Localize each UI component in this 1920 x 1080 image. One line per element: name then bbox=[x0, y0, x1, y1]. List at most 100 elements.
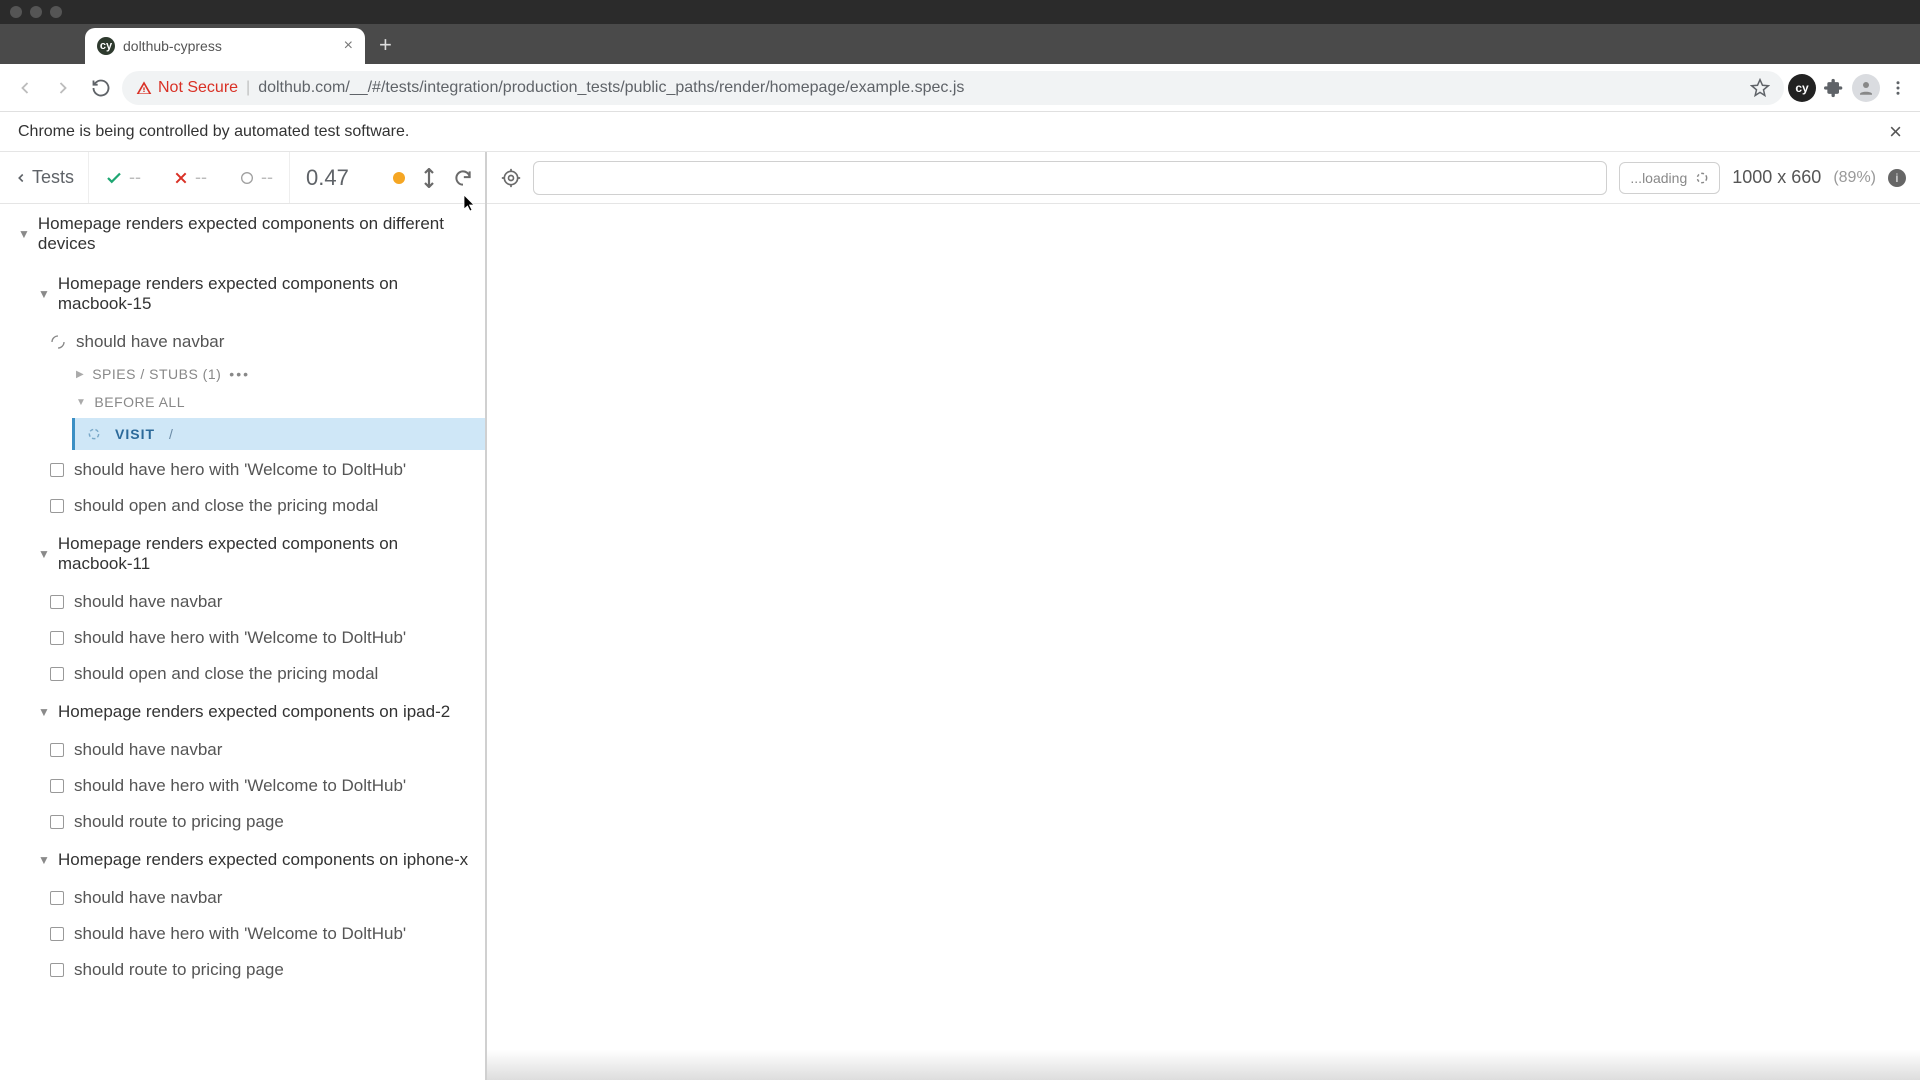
test-row[interactable]: should have navbar bbox=[0, 324, 485, 360]
traffic-close-icon[interactable] bbox=[10, 6, 22, 18]
profile-icon[interactable] bbox=[1852, 74, 1880, 102]
failed-count: -- bbox=[157, 152, 223, 203]
test-title: should have navbar bbox=[74, 888, 222, 908]
test-row[interactable]: should have navbar bbox=[0, 584, 485, 620]
viewport-size: 1000 x 660 bbox=[1732, 167, 1821, 188]
tests-back-button[interactable]: Tests bbox=[0, 152, 89, 203]
pending-box-icon bbox=[50, 891, 64, 905]
test-row[interactable]: should route to pricing page bbox=[0, 804, 485, 840]
url-text: dolthub.com/__/#/tests/integration/produ… bbox=[258, 79, 964, 97]
window-controls bbox=[0, 0, 1920, 24]
bookmark-icon[interactable] bbox=[1750, 78, 1770, 98]
preview-panel: ...loading 1000 x 660 (89%) i bbox=[487, 152, 1920, 1080]
test-row[interactable]: should have hero with 'Welcome to DoltHu… bbox=[0, 620, 485, 656]
cypress-extension-icon[interactable]: cy bbox=[1788, 74, 1816, 102]
command-row[interactable]: VISIT / bbox=[72, 418, 485, 450]
rerun-button[interactable] bbox=[453, 168, 473, 188]
cmd-name: VISIT bbox=[115, 426, 155, 442]
selector-playground-icon[interactable] bbox=[501, 168, 521, 188]
not-secure-label: Not Secure bbox=[158, 79, 238, 97]
suite-group-title: Homepage renders expected components on … bbox=[58, 702, 450, 722]
browser-tabstrip: cy dolthub-cypress × + bbox=[0, 24, 1920, 64]
suite-group[interactable]: ▼ Homepage renders expected components o… bbox=[0, 840, 485, 880]
auto-scroll-icon[interactable] bbox=[423, 168, 435, 188]
cmd-arg: / bbox=[169, 426, 173, 442]
passed-count: -- bbox=[89, 152, 157, 203]
suite-root[interactable]: ▼ Homepage renders expected components o… bbox=[0, 204, 485, 264]
cmd-spinner-icon bbox=[87, 427, 101, 441]
close-icon[interactable]: × bbox=[1889, 119, 1902, 145]
caret-right-icon: ▶ bbox=[76, 369, 84, 380]
address-bar[interactable]: Not Secure | dolthub.com/__/#/tests/inte… bbox=[122, 71, 1784, 105]
caret-down-icon: ▼ bbox=[38, 287, 50, 301]
test-title: should have hero with 'Welcome to DoltHu… bbox=[74, 776, 406, 796]
stats-bar: Tests -- -- -- 0.47 bbox=[0, 152, 485, 204]
pending-box-icon bbox=[50, 779, 64, 793]
loading-label: ...loading bbox=[1630, 170, 1687, 186]
test-row[interactable]: should have hero with 'Welcome to DoltHu… bbox=[0, 916, 485, 952]
traffic-max-icon[interactable] bbox=[50, 6, 62, 18]
pending-box-icon bbox=[50, 963, 64, 977]
reload-button[interactable] bbox=[84, 71, 118, 105]
caret-down-icon: ▼ bbox=[76, 397, 86, 408]
before-all-hook[interactable]: ▼ BEFORE ALL bbox=[0, 388, 485, 416]
test-row[interactable]: should have hero with 'Welcome to DoltHu… bbox=[0, 768, 485, 804]
running-spinner-icon bbox=[50, 334, 66, 350]
test-row[interactable]: should open and close the pricing modal bbox=[0, 656, 485, 692]
tab-title: dolthub-cypress bbox=[123, 38, 336, 54]
loading-indicator: ...loading bbox=[1619, 162, 1720, 194]
automation-banner-text: Chrome is being controlled by automated … bbox=[18, 123, 409, 141]
status-dot-icon bbox=[393, 172, 405, 184]
caret-down-icon: ▼ bbox=[18, 227, 30, 241]
suite-group[interactable]: ▼ Homepage renders expected components o… bbox=[0, 692, 485, 732]
caret-down-icon: ▼ bbox=[38, 853, 50, 867]
traffic-min-icon[interactable] bbox=[30, 6, 42, 18]
browser-toolbar: Not Secure | dolthub.com/__/#/tests/inte… bbox=[0, 64, 1920, 112]
spies-label: SPIES / STUBS (1) bbox=[92, 366, 221, 382]
viewport-scale: (89%) bbox=[1833, 169, 1876, 187]
chrome-menu-icon[interactable] bbox=[1884, 74, 1912, 102]
test-row[interactable]: should open and close the pricing modal bbox=[0, 488, 485, 524]
duration: 0.47 bbox=[289, 152, 365, 203]
test-row[interactable]: should have navbar bbox=[0, 732, 485, 768]
before-all-label: BEFORE ALL bbox=[94, 394, 185, 410]
test-title: should route to pricing page bbox=[74, 812, 284, 832]
suite-group-title: Homepage renders expected components on … bbox=[58, 534, 473, 574]
test-title: should have hero with 'Welcome to DoltHu… bbox=[74, 628, 406, 648]
close-icon[interactable]: × bbox=[344, 37, 353, 55]
forward-button[interactable] bbox=[46, 71, 80, 105]
caret-down-icon: ▼ bbox=[38, 547, 50, 561]
test-title: should open and close the pricing modal bbox=[74, 496, 378, 516]
suite-group[interactable]: ▼ Homepage renders expected components o… bbox=[0, 524, 485, 584]
cypress-runner: Tests -- -- -- 0.47 bbox=[0, 152, 1920, 1080]
reporter-panel: Tests -- -- -- 0.47 bbox=[0, 152, 487, 1080]
caret-down-icon: ▼ bbox=[38, 705, 50, 719]
pending-box-icon bbox=[50, 927, 64, 941]
pending-box-icon bbox=[50, 667, 64, 681]
suite-title: Homepage renders expected components on … bbox=[38, 214, 473, 254]
automation-banner: Chrome is being controlled by automated … bbox=[0, 112, 1920, 152]
test-row[interactable]: should have hero with 'Welcome to DoltHu… bbox=[0, 452, 485, 488]
test-row[interactable]: should route to pricing page bbox=[0, 952, 485, 988]
preview-toolbar: ...loading 1000 x 660 (89%) i bbox=[487, 152, 1920, 204]
test-title: should have navbar bbox=[76, 332, 224, 352]
pending-count: -- bbox=[223, 152, 289, 203]
suite-group-title: Homepage renders expected components on … bbox=[58, 850, 468, 870]
info-icon[interactable]: i bbox=[1888, 169, 1906, 187]
tests-label: Tests bbox=[32, 167, 74, 188]
extensions-icon[interactable] bbox=[1820, 74, 1848, 102]
browser-tab[interactable]: cy dolthub-cypress × bbox=[85, 28, 365, 64]
new-tab-button[interactable]: + bbox=[379, 32, 392, 58]
test-row[interactable]: should have navbar bbox=[0, 880, 485, 916]
suite-group[interactable]: ▼ Homepage renders expected components o… bbox=[0, 264, 485, 324]
back-button[interactable] bbox=[8, 71, 42, 105]
pending-box-icon bbox=[50, 463, 64, 477]
spies-hook[interactable]: ▶ SPIES / STUBS (1) ••• bbox=[0, 360, 485, 388]
pending-box-icon bbox=[50, 743, 64, 757]
aut-url-field[interactable] bbox=[533, 161, 1607, 195]
pending-box-icon bbox=[50, 499, 64, 513]
spec-body: ▼ Homepage renders expected components o… bbox=[0, 204, 485, 1080]
more-icon: ••• bbox=[229, 366, 250, 382]
test-title: should have hero with 'Welcome to DoltHu… bbox=[74, 924, 406, 944]
pending-box-icon bbox=[50, 815, 64, 829]
